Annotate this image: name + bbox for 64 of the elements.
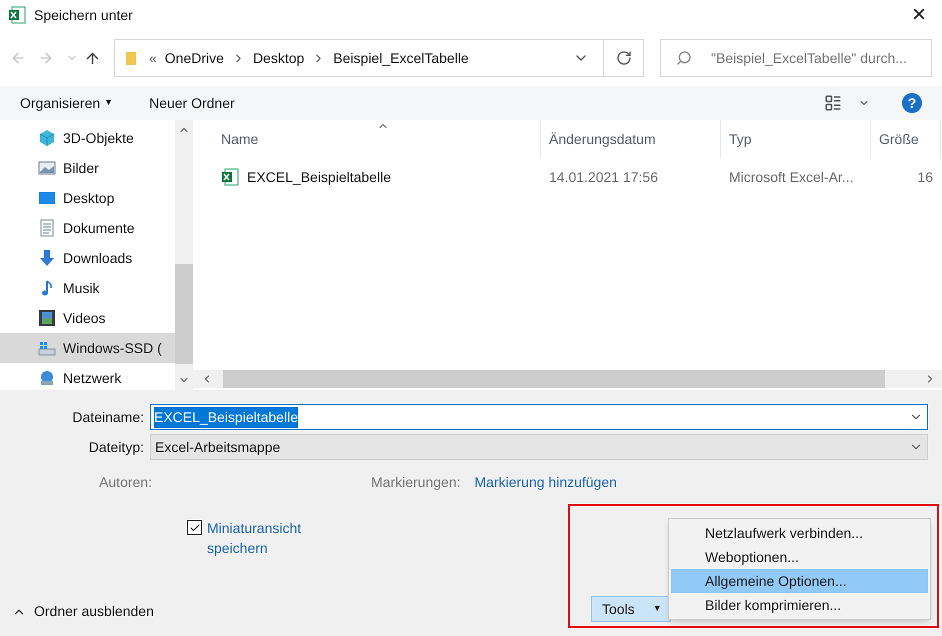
sidebar-item[interactable]: Musik (0, 273, 175, 303)
column-header[interactable]: Name (213, 120, 541, 158)
filename-field[interactable]: EXCEL_Beispieltabelle (150, 404, 928, 430)
refresh-icon (616, 50, 632, 66)
file-name-cell[interactable]: EXCEL_Beispieltabelle (213, 166, 541, 188)
network-icon (38, 369, 56, 387)
organize-menu[interactable]: Organisieren ▼ (20, 92, 114, 114)
excel-logo-icon (8, 6, 26, 24)
sidebar-item[interactable]: Desktop (0, 183, 175, 213)
view-options-icon[interactable] (824, 94, 842, 112)
caret-icon: ▼ (652, 602, 662, 616)
column-header[interactable]: Größe (871, 120, 941, 158)
breadcrumb[interactable]: Desktop (252, 48, 304, 68)
size-cell-text: 16 (916, 168, 934, 186)
sidebar-item[interactable]: 3D-Objekte (0, 123, 175, 153)
sidebar-item[interactable]: Netzwerk (0, 363, 175, 390)
document-icon (38, 219, 56, 237)
breadcrumb[interactable]: OneDrive (164, 48, 224, 68)
sidebar-item[interactable]: Windows-SSD ( (0, 333, 175, 363)
download-icon (38, 249, 56, 267)
date-cell-text: 14.01.2021 17:56 (548, 168, 659, 186)
sidebar-scrollbar[interactable] (175, 120, 193, 390)
filetype-dropdown[interactable]: Excel-Arbeitsmappe (150, 434, 928, 460)
search-icon (676, 50, 692, 66)
menu-item[interactable]: Bilder komprimieren... (671, 593, 928, 617)
scrollbar-thumb[interactable] (175, 264, 193, 364)
help-button[interactable]: ? (902, 93, 922, 113)
close-button[interactable]: × (896, 0, 942, 30)
authors-label: Autoren: (98, 472, 152, 492)
sidebar-item[interactable]: Dokumente (0, 213, 175, 243)
filetype-label: Dateityp: (88, 438, 145, 457)
window-title: Speichern unter (34, 6, 133, 25)
column-header[interactable]: Typ (721, 120, 871, 158)
new-folder-button[interactable]: Neuer Ordner (149, 92, 235, 114)
cube-icon (38, 129, 56, 147)
menu-item[interactable]: Allgemeine Optionen... (671, 569, 928, 593)
checkmark-icon (188, 522, 200, 534)
menu-item[interactable]: Netzlaufwerk verbinden... (671, 521, 928, 545)
menu-item[interactable]: Weboptionen... (671, 545, 928, 569)
drive-icon (38, 339, 56, 357)
forward-arrow-icon (38, 50, 54, 66)
selected-text: EXCEL_Beispieltabelle (154, 406, 298, 428)
sidebar-item[interactable]: Downloads (0, 243, 175, 273)
thumbnail-label[interactable]: Miniaturansicht speichern (207, 518, 317, 558)
film-icon (38, 309, 56, 327)
search-field[interactable]: "Beispiel_ExcelTabelle" durch... (660, 39, 932, 77)
picture-icon (38, 159, 56, 177)
sidebar-item[interactable]: Videos (0, 303, 175, 333)
desktop-icon (38, 189, 56, 207)
tools-button[interactable]: Tools ▼ (591, 596, 671, 622)
hide-folders-button[interactable]: Ordner ausblenden (12, 601, 154, 622)
caret-icon: ▼ (104, 96, 114, 110)
breadcrumb[interactable]: Beispiel_ExcelTabelle (333, 48, 469, 68)
overflow-marker[interactable]: « (149, 48, 157, 68)
column-header[interactable]: Änderungsdatum (541, 120, 721, 158)
filename-label: Dateiname: (71, 408, 145, 426)
tags-label: Markierungen: (371, 472, 460, 492)
folder-icon (125, 50, 137, 66)
excel-file-icon (221, 168, 239, 186)
type-cell-text: Microsoft Excel-Ar... (728, 168, 854, 186)
address-bar[interactable]: « OneDrive Desktop Beispiel_ExcelTabelle (114, 39, 644, 77)
sidebar-item[interactable]: Bilder (0, 153, 175, 183)
thumbnail-checkbox[interactable] (187, 520, 202, 535)
add-tag-link[interactable]: Markierung hinzufügen (474, 472, 617, 492)
